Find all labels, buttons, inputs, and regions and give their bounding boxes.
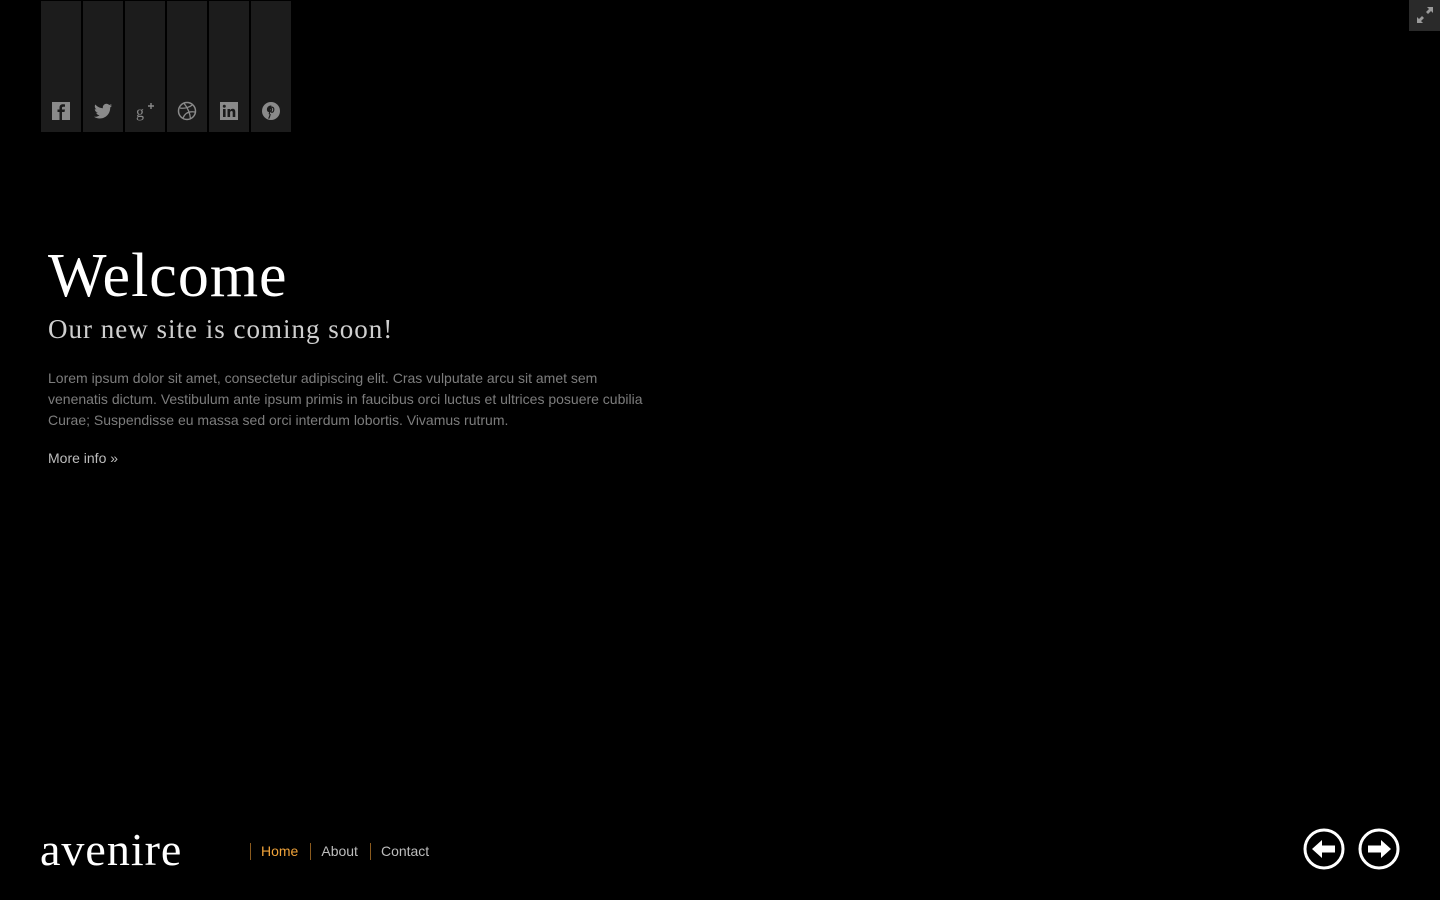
- expand-icon: [1417, 7, 1433, 23]
- google-plus-icon: g: [135, 101, 155, 121]
- page: g Welcome Our new site is coming soon! L…: [0, 0, 1440, 900]
- social-bar: g: [41, 1, 291, 132]
- social-tab-dribbble[interactable]: [167, 1, 207, 132]
- slider-controls: [1303, 828, 1400, 870]
- nav-item-home[interactable]: Home: [250, 843, 310, 860]
- pinterest-icon: [261, 101, 281, 121]
- svg-text:g: g: [136, 104, 144, 121]
- twitter-icon: [93, 101, 113, 121]
- facebook-icon: [51, 101, 71, 121]
- social-tab-twitter[interactable]: [83, 1, 123, 132]
- fullscreen-button[interactable]: [1409, 0, 1440, 31]
- main-nav: Home About Contact: [250, 843, 441, 860]
- arrow-right-circle-icon: [1358, 828, 1400, 870]
- page-subtitle: Our new site is coming soon!: [48, 314, 394, 344]
- social-tab-google-plus[interactable]: g: [125, 1, 165, 132]
- next-slide-button[interactable]: [1358, 828, 1400, 870]
- hero: Welcome Our new site is coming soon! Lor…: [48, 238, 658, 468]
- social-tab-pinterest[interactable]: [251, 1, 291, 132]
- social-tab-facebook[interactable]: [41, 1, 81, 132]
- social-tab-linkedin[interactable]: [209, 1, 249, 132]
- nav-item-about[interactable]: About: [310, 843, 370, 860]
- hero-body-text: Lorem ipsum dolor sit amet, consectetur …: [48, 370, 643, 428]
- arrow-left-circle-icon: [1303, 828, 1345, 870]
- dribbble-icon: [177, 101, 197, 121]
- page-title: Welcome: [48, 242, 288, 310]
- more-info-link[interactable]: More info »: [48, 448, 118, 468]
- previous-slide-button[interactable]: [1303, 828, 1345, 870]
- nav-item-contact[interactable]: Contact: [369, 843, 441, 860]
- linkedin-icon: [219, 101, 239, 121]
- site-logo[interactable]: avenire: [40, 822, 182, 878]
